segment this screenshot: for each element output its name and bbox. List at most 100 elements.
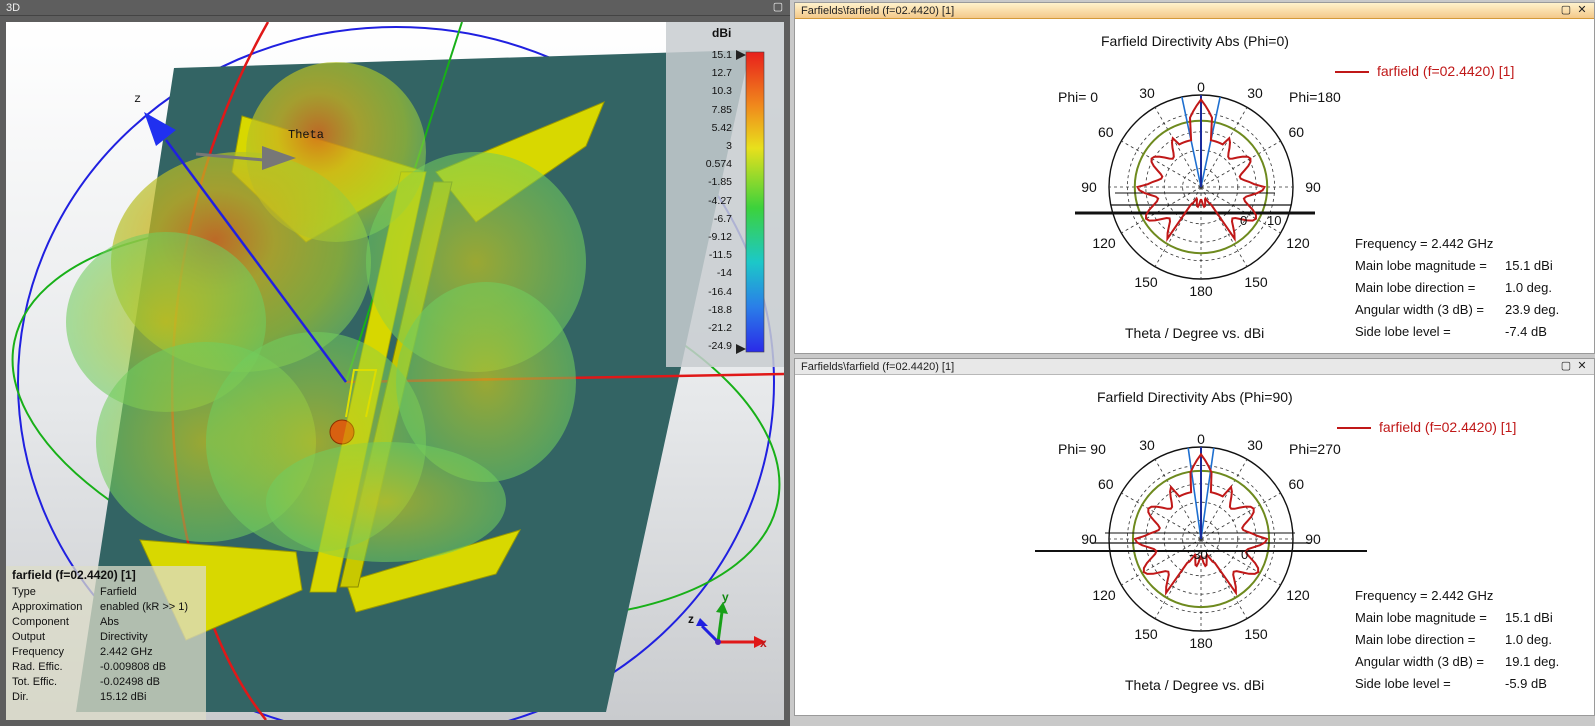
plot-title: Farfield Directivity Abs (Phi=90) (1097, 389, 1293, 405)
info-row: Rad. Effic. -0.009808 dB (12, 660, 188, 675)
colorbar-tick-label: 3 (726, 140, 732, 152)
triad-z-label: z (688, 612, 694, 626)
result-label: Frequency = 2.442 GHz (1355, 588, 1494, 603)
info-row: Component Abs (12, 615, 188, 630)
polar-angle-label: 120 (1092, 587, 1116, 603)
polar-angle-label: 90 (1081, 179, 1097, 195)
result-label: Side lobe level = (1355, 676, 1451, 691)
result-value: 19.1 deg. (1505, 654, 1560, 669)
orientation-triad (696, 602, 766, 648)
info-row: Output Directivity (12, 630, 188, 645)
polar-angle-label: 30 (1247, 437, 1263, 454)
maximize-icon[interactable]: ▢ (772, 1, 784, 13)
polar-angle-label: 60 (1097, 124, 1114, 140)
colorbar-tick-label: -14 (716, 267, 732, 280)
phi-right-label: Phi=270 (1289, 441, 1341, 457)
farfield-plot-phi90-window[interactable]: Farfields\farfield (f=02.4420) [1] ▢ ✕ F… (794, 358, 1595, 716)
view-3d-title: 3D (6, 2, 21, 14)
result-row: Angular width (3 dB) = 23.9 deg. (1355, 299, 1559, 321)
info-key: Component (12, 616, 69, 628)
info-key: Output (12, 631, 46, 643)
view-3d-titlebar[interactable]: 3D ▢ (0, 0, 790, 16)
farfield-plot-phi90-titlebar[interactable]: Farfields\farfield (f=02.4420) [1] ▢ ✕ (795, 359, 1594, 375)
window-title: Farfields\farfield (f=02.4420) [1] (801, 5, 955, 17)
info-value: 2.442 GHz (100, 646, 153, 658)
radial-tick-label: 0 (1241, 547, 1249, 562)
info-row: Approximation enabled (kR >> 1) (12, 600, 188, 615)
result-value: 15.1 dBi (1505, 610, 1553, 625)
info-row: Dir. 15.12 dBi (12, 690, 188, 705)
radial-tick-label: -30 (1189, 547, 1208, 562)
viewport-3d[interactable]: z Theta dBi 15.1 12.7 10.3 7.85 5.42 3 0… (6, 22, 784, 720)
theta-label: Theta (288, 128, 324, 142)
colorbar-tick-label: -18.8 (708, 303, 732, 316)
colorbar-tick-label: -21.2 (708, 322, 732, 334)
result-label: Main lobe magnitude = (1355, 258, 1487, 273)
colorbar-tick-label: -16.4 (708, 285, 732, 298)
result-row: Angular width (3 dB) = 19.1 deg. (1355, 651, 1559, 673)
polar-angle-label: 60 (1288, 476, 1305, 492)
polar-angle-label: 90 (1081, 531, 1097, 547)
farfield-info-table: farfield (f=02.4420) [1] Type Farfield App… (12, 568, 188, 705)
legend-line-swatch (1337, 427, 1371, 430)
polar-angle-label: 30 (1139, 85, 1155, 102)
polar-grid-spoke (1154, 186, 1202, 267)
info-value: -0.009808 dB (100, 661, 167, 673)
triad-y-label: y (722, 590, 729, 604)
result-row: Main lobe magnitude = 15.1 dBi (1355, 607, 1559, 629)
maximize-icon[interactable]: ▢ (1560, 4, 1572, 16)
info-key: Frequency (12, 646, 64, 658)
farfield-info-title: farfield (f=02.4420) [1] (12, 568, 136, 582)
info-value: -0.02498 dB (100, 676, 160, 688)
colorbar-tick-label: -9.12 (708, 231, 732, 243)
view-3d-window[interactable]: 3D ▢ z Theta dBi 15.1 12.7 10.3 7.85 5.4… (0, 0, 790, 726)
info-key: Type (12, 586, 36, 598)
colorbar-tick-label: 0.574 (705, 158, 732, 171)
result-row: Side lobe level = -7.4 dB (1355, 321, 1559, 343)
colorbar-unit: dBi (712, 26, 732, 40)
colorbar-tick-label: -1.85 (708, 176, 732, 189)
window-title: Farfields\farfield (f=02.4420) [1] (801, 361, 955, 373)
farfield-plot-phi0-window[interactable]: Farfields\farfield (f=02.4420) [1] ▢ ✕ F… (794, 2, 1595, 354)
info-row: Type Farfield (12, 585, 188, 600)
x-axis-label: Theta / Degree vs. dBi (1125, 325, 1265, 341)
legend-line-swatch (1335, 71, 1369, 74)
polar-grid-spoke (1121, 140, 1202, 188)
polar-angle-label: 90 (1305, 179, 1321, 195)
phi-right-label: Phi=180 (1289, 89, 1341, 105)
info-key: Approximation (12, 601, 83, 613)
polar-angle-label: 120 (1286, 587, 1310, 603)
polar-grid-spoke (1200, 140, 1281, 188)
colorbar-tick-label: 15.1 (711, 49, 732, 61)
legend-entry[interactable]: farfield (f=02.4420) [1] (1337, 419, 1516, 435)
legend-entry[interactable]: farfield (f=02.4420) [1] (1335, 63, 1514, 79)
polar-angle-label: 150 (1134, 274, 1158, 291)
info-key: Tot. Effic. (12, 676, 58, 688)
result-value: 23.9 deg. (1505, 302, 1560, 317)
colorbar-gradient (745, 51, 765, 353)
farfield-plot-phi0-titlebar[interactable]: Farfields\farfield (f=02.4420) [1] ▢ ✕ (795, 3, 1594, 19)
close-icon[interactable]: ✕ (1576, 360, 1588, 372)
info-value: Farfield (100, 586, 137, 598)
result-label: Main lobe direction = (1355, 632, 1476, 647)
triad-x-label: x (760, 636, 767, 650)
close-icon[interactable]: ✕ (1576, 4, 1588, 16)
z-axis-label: z (134, 92, 141, 106)
result-value: 15.1 dBi (1505, 258, 1553, 273)
info-row: Frequency 2.442 GHz (12, 645, 188, 660)
result-value: 1.0 deg. (1505, 632, 1552, 647)
result-row: Main lobe magnitude = 15.1 dBi (1355, 255, 1559, 277)
result-row: Main lobe direction = 1.0 deg. (1355, 629, 1559, 651)
polar-angle-label: 120 (1286, 235, 1310, 251)
polar-plot-area[interactable]: Farfield Directivity Abs (Phi=0) farfield… (795, 19, 1594, 353)
colorbar-tick-label: -6.7 (713, 212, 732, 225)
result-label: Angular width (3 dB) = (1355, 302, 1484, 317)
phi-left-label: Phi= 90 (1058, 441, 1106, 457)
result-value: -5.9 dB (1505, 676, 1547, 691)
legend-label: farfield (f=02.4420) [1] (1377, 63, 1515, 79)
polar-plot-area[interactable]: Farfield Directivity Abs (Phi=90) farfiel… (795, 375, 1594, 715)
polar-angle-label: 30 (1247, 85, 1263, 102)
info-value: enabled (kR >> 1) (100, 601, 189, 613)
maximize-icon[interactable]: ▢ (1560, 360, 1572, 372)
x-axis-label: Theta / Degree vs. dBi (1125, 677, 1265, 693)
